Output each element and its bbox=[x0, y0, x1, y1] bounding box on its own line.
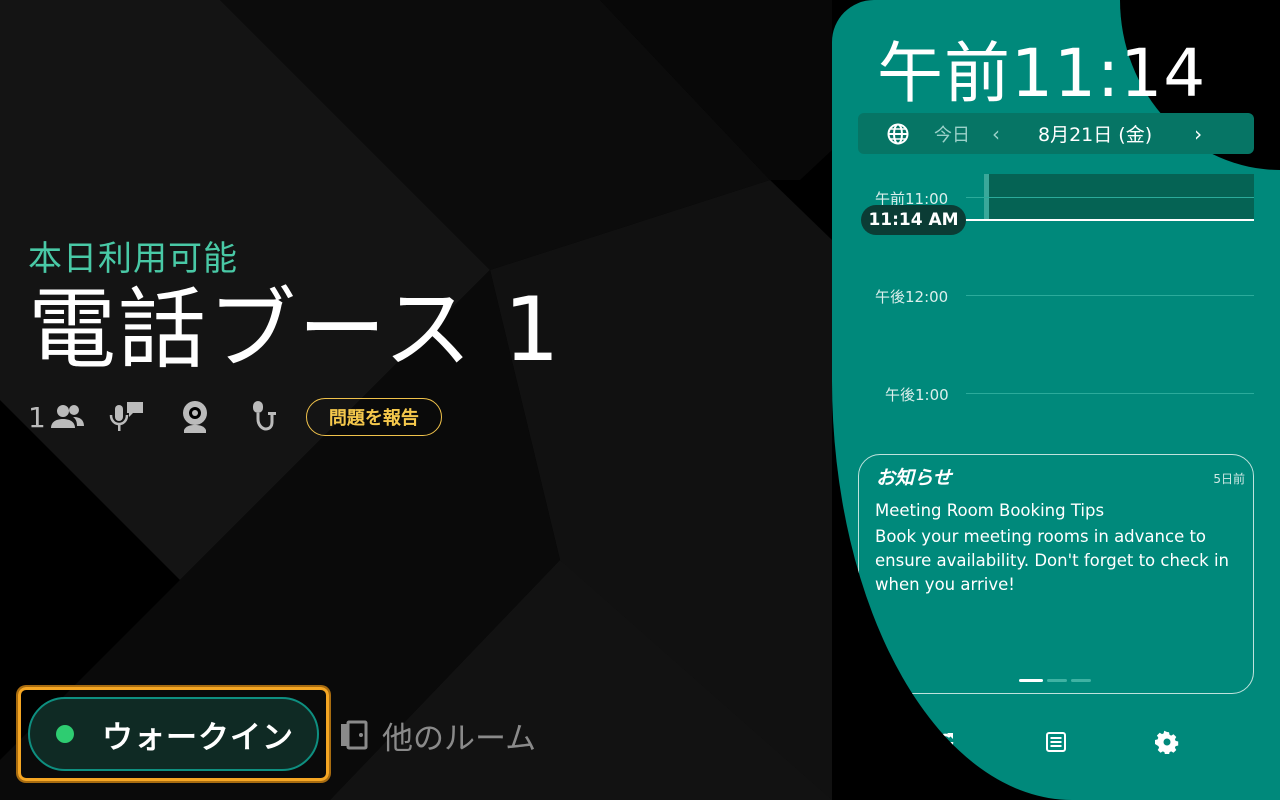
announcement-headline: Meeting Room Booking Tips bbox=[875, 501, 1105, 520]
panel-toolbar bbox=[832, 728, 1280, 758]
refresh-icon[interactable] bbox=[931, 728, 959, 756]
capacity-count: 1 bbox=[28, 400, 46, 434]
announcement-title: お知らせ bbox=[876, 467, 952, 489]
door-icon bbox=[341, 720, 368, 750]
announcement-time: 5日前 bbox=[1213, 472, 1245, 486]
chevron-right-icon[interactable]: › bbox=[1194, 122, 1202, 146]
schedule-panel: 午前11:14 今日 ‹ 8月21日 (金) › 午前11:00 午後12:00… bbox=[832, 0, 1280, 800]
capacity: 1 bbox=[28, 398, 86, 436]
microphone-icon bbox=[244, 398, 282, 436]
people-icon bbox=[48, 398, 86, 436]
carousel-dot[interactable] bbox=[1071, 679, 1091, 682]
webcam-icon bbox=[176, 398, 214, 436]
current-date: 8月21日 (金) bbox=[1038, 124, 1153, 146]
other-rooms-button[interactable]: 他のルーム bbox=[338, 712, 536, 758]
walk-in-button[interactable]: ウォークイン bbox=[28, 697, 319, 771]
hour-label: 午後12:00 bbox=[875, 288, 949, 306]
hour-label: 午後1:00 bbox=[885, 386, 949, 404]
current-time: 午前11:14 bbox=[877, 35, 1207, 112]
carousel-dot[interactable] bbox=[1019, 679, 1043, 682]
hour-line bbox=[966, 295, 1254, 296]
day-timeline: 午前11:00 午後12:00 午後1:00 11:14 AM bbox=[832, 165, 1280, 435]
availability-status: 本日利用可能 bbox=[28, 239, 238, 279]
date-navigation: 今日 ‹ 8月21日 (金) › bbox=[858, 113, 1254, 154]
current-time-indicator: 11:14 AM bbox=[861, 205, 966, 235]
room-amenities: 1 問題を報告 bbox=[28, 396, 442, 438]
other-rooms-label: 他のルーム bbox=[382, 720, 537, 757]
carousel-indicator bbox=[1019, 679, 1091, 682]
globe-icon[interactable] bbox=[886, 122, 910, 146]
hour-line bbox=[966, 393, 1254, 394]
carousel-dot[interactable] bbox=[1047, 679, 1067, 682]
available-dot-icon bbox=[56, 725, 74, 743]
list-icon[interactable] bbox=[1042, 728, 1070, 756]
walk-in-label: ウォークイン bbox=[102, 719, 294, 756]
gear-icon[interactable] bbox=[1153, 728, 1181, 756]
walk-in-focus-ring: ウォークイン bbox=[18, 687, 329, 781]
report-issue-button[interactable]: 問題を報告 bbox=[305, 398, 442, 436]
voice-chat-icon bbox=[108, 398, 146, 436]
announcement-card[interactable]: お知らせ 5日前 Meeting Room Booking Tips Book … bbox=[858, 454, 1254, 694]
today-button[interactable]: 今日 bbox=[934, 121, 970, 147]
room-name: 電話ブース 1 bbox=[28, 278, 562, 381]
current-time-line bbox=[932, 219, 1254, 221]
announcement-body: Book your meeting rooms in advance to en… bbox=[875, 527, 1229, 594]
hour-line bbox=[966, 197, 1254, 198]
chevron-left-icon[interactable]: ‹ bbox=[992, 122, 1000, 146]
